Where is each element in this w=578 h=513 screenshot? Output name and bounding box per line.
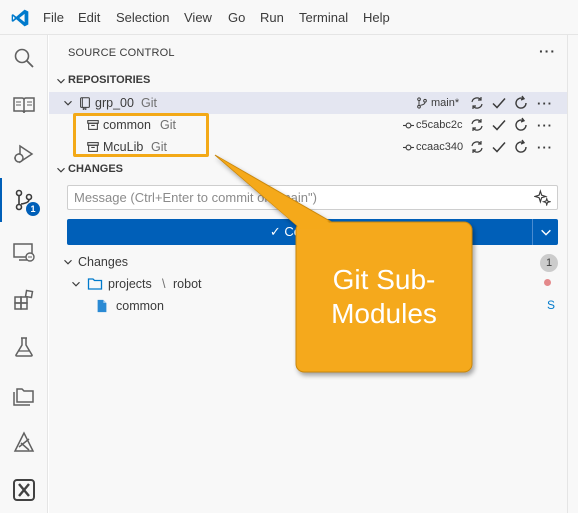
commit-dropdown-button[interactable] — [532, 219, 558, 245]
repository-actions: ··· — [469, 95, 553, 111]
commit-icon — [403, 122, 414, 129]
chevron-down-icon — [64, 259, 72, 265]
testing-icon — [15, 337, 33, 357]
scm-badge: 1 — [26, 202, 40, 216]
more-actions-button[interactable]: ··· — [537, 118, 553, 133]
more-actions-button[interactable]: ··· — [537, 96, 553, 111]
changes-header[interactable]: CHANGES — [49, 159, 567, 181]
deploy-icon — [13, 431, 35, 452]
sparkle-icon[interactable] — [534, 189, 551, 206]
folder-name: projects — [108, 277, 152, 291]
extensions-button[interactable] — [0, 278, 48, 322]
folders-button[interactable] — [0, 373, 48, 417]
book-icon — [13, 97, 35, 114]
commit-icon — [403, 144, 414, 151]
folder-status-dot — [544, 279, 551, 286]
sync-icon[interactable] — [469, 117, 485, 133]
extensions-icon — [14, 289, 34, 310]
commit-check-icon[interactable] — [491, 95, 507, 111]
menu-go[interactable]: Go — [228, 10, 245, 25]
repository-name: grp_00 — [95, 96, 134, 110]
sync-icon[interactable] — [469, 139, 485, 155]
folder-separator: \ — [162, 277, 166, 291]
search-icon — [14, 48, 34, 68]
repo-icon — [80, 97, 90, 110]
folder-icon — [87, 278, 103, 290]
chevron-down-icon — [540, 229, 551, 236]
menu-selection[interactable]: Selection — [116, 10, 169, 25]
repository-actions: ··· — [469, 139, 553, 155]
activity-bar: 1 — [0, 35, 48, 513]
chevron-down-icon — [64, 100, 72, 106]
run-debug-icon — [14, 144, 34, 164]
menu-view[interactable]: View — [184, 10, 212, 25]
book-button[interactable] — [0, 83, 48, 127]
repository-row-grp-00[interactable]: grp_00 Git main* ··· — [49, 92, 567, 114]
chevron-down-icon — [57, 167, 65, 173]
changes-group-label: Changes — [78, 255, 129, 269]
source-control-button[interactable]: 1 — [0, 178, 48, 222]
panel-title: SOURCE CONTROL — [68, 47, 175, 59]
commit-message-input[interactable] — [67, 185, 558, 210]
refresh-icon[interactable] — [513, 139, 529, 155]
folder-child-name: robot — [173, 277, 202, 291]
repositories-header[interactable]: REPOSITORIES — [49, 70, 567, 92]
branch-label[interactable]: main* — [431, 97, 459, 109]
menu-terminal[interactable]: Terminal — [299, 10, 348, 25]
menu-file[interactable]: File — [43, 10, 64, 25]
testing-button[interactable] — [0, 325, 48, 369]
repository-provider: Git — [141, 96, 157, 110]
run-debug-button[interactable] — [0, 132, 48, 176]
vscode-logo-icon — [11, 9, 29, 27]
commit-check-icon[interactable] — [491, 139, 507, 155]
remote-explorer-button[interactable] — [0, 230, 48, 274]
file-status-badge: S — [547, 298, 556, 312]
vertical-scrollbar[interactable] — [567, 35, 578, 513]
menu-help[interactable]: Help — [363, 10, 390, 25]
refresh-icon[interactable] — [513, 117, 529, 133]
callout-highlight-box — [73, 113, 209, 157]
file-name: common — [116, 299, 164, 313]
deploy-button[interactable] — [0, 421, 48, 465]
callout-label: Git Sub- Modules — [331, 264, 437, 329]
more-actions-button[interactable]: ··· — [537, 140, 553, 155]
menu-bar: File Edit Selection View Go Run Terminal… — [0, 0, 578, 35]
refresh-icon[interactable] — [513, 95, 529, 111]
x-icon — [13, 479, 35, 501]
remote-explorer-icon — [13, 243, 35, 262]
x-extension-button[interactable] — [0, 468, 48, 512]
panel-more-button[interactable]: ··· — [539, 43, 556, 59]
file-icon — [97, 299, 107, 313]
menu-edit[interactable]: Edit — [78, 10, 100, 25]
menu-run[interactable]: Run — [260, 10, 284, 25]
branch-icon — [417, 97, 427, 109]
changes-count-badge: 1 — [540, 254, 558, 272]
explorer-button[interactable] — [0, 36, 48, 80]
chevron-down-icon — [72, 281, 80, 287]
chevron-down-icon — [57, 78, 65, 84]
folders-icon — [13, 388, 34, 406]
commit-check-icon[interactable] — [491, 117, 507, 133]
commit-label[interactable]: ccaac340 — [416, 141, 463, 153]
commit-label[interactable]: c5cabc2c — [416, 119, 462, 131]
repository-actions: ··· — [469, 117, 553, 133]
sync-icon[interactable] — [469, 95, 485, 111]
